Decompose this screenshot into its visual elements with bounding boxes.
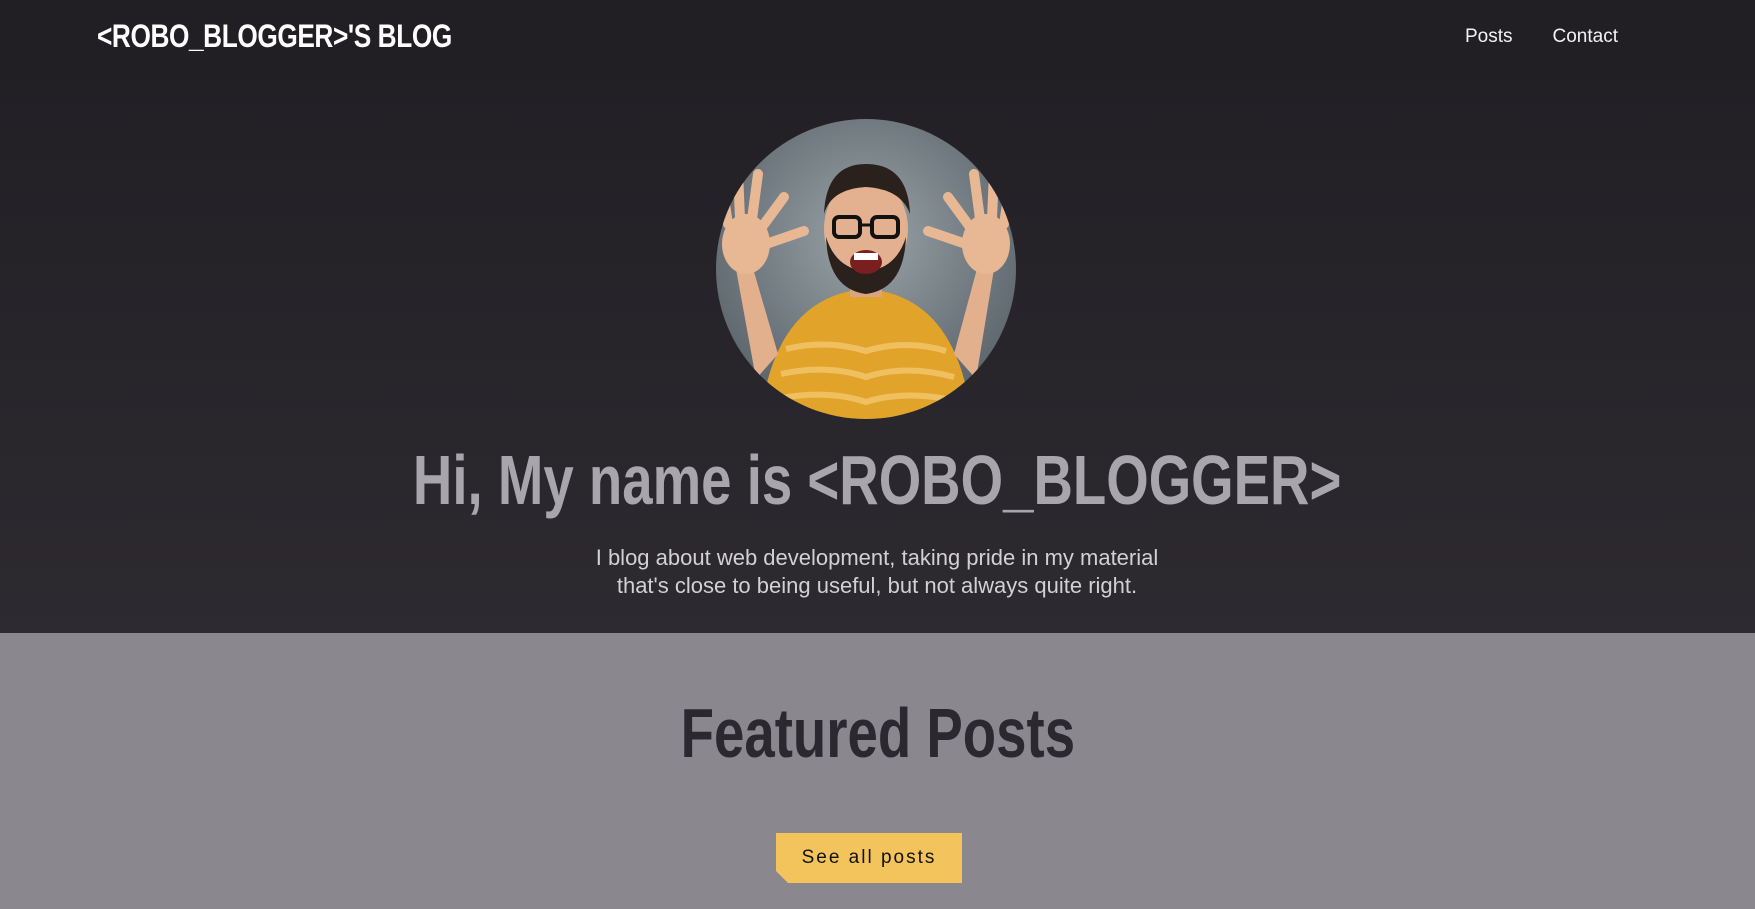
site-header: <ROBO_BLOGGER>'S BLOG Posts Contact [0,0,1755,80]
profile-avatar [716,119,1016,419]
hero-tagline-line-2: that's close to being useful, but not al… [616,573,1138,598]
hero-tagline-line-1: I blog about web development, taking pri… [595,545,1159,570]
nav-link-posts[interactable]: Posts [1465,26,1513,48]
hero-section: Hi, My name is <ROBO_BLOGGER> I blog abo… [0,80,1755,633]
person-photo-icon [717,164,1015,419]
featured-posts-heading: Featured Posts [680,694,1075,772]
hero-tagline: I blog about web development, taking pri… [527,544,1227,600]
nav-link-contact[interactable]: Contact [1553,26,1618,48]
hero-heading: Hi, My name is <ROBO_BLOGGER> [413,441,1342,519]
main-nav: Posts Contact [1465,26,1618,48]
featured-posts-section: Featured Posts See all posts [0,633,1755,909]
see-all-posts-button[interactable]: See all posts [776,833,962,883]
site-logo[interactable]: <ROBO_BLOGGER>'S BLOG [97,18,452,55]
